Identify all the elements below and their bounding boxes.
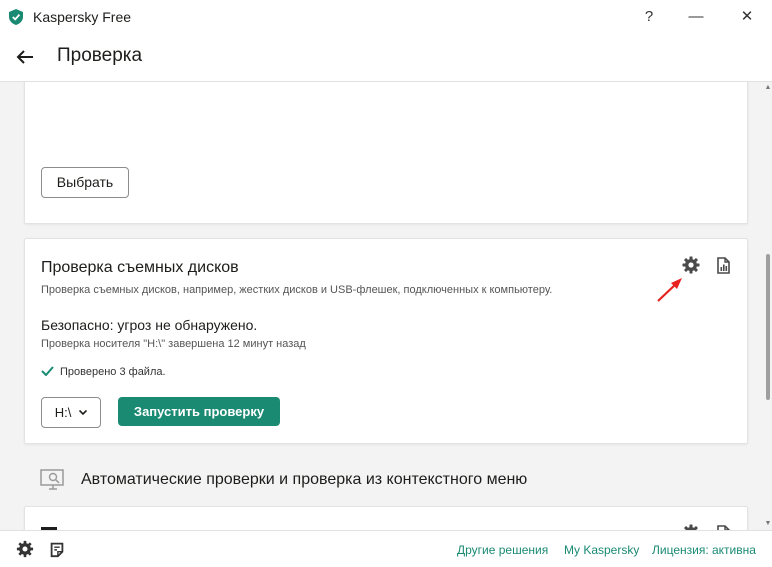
- checked-files-text: Проверено 3 файла.: [60, 366, 166, 378]
- start-scan-button[interactable]: Запустить проверку: [118, 397, 280, 426]
- drive-select[interactable]: H:\: [41, 397, 101, 428]
- last-scan-info: Проверка носителя "H:\" завершена 12 мин…: [41, 338, 306, 350]
- checked-files-row: Проверено 3 файла.: [41, 366, 166, 378]
- footer: Другие решения My Kaspersky Лицензия: ак…: [0, 530, 772, 567]
- monitor-icon: [40, 469, 64, 490]
- title-bar: Kaspersky Free ? — ✕: [0, 0, 772, 34]
- help-button[interactable]: ?: [632, 4, 666, 30]
- scan-content: Выбрать Проверка съемных дисков Проверка…: [0, 82, 772, 530]
- next-scan-card: [24, 506, 748, 530]
- report-icon[interactable]: [713, 523, 733, 530]
- close-button[interactable]: ✕: [730, 4, 764, 30]
- section-title: Автоматические проверки и проверка из ко…: [81, 471, 528, 488]
- drive-select-value: H:\: [54, 405, 72, 420]
- page-title: Проверка: [57, 45, 143, 66]
- settings-gear-icon[interactable]: [16, 540, 34, 558]
- auto-scan-section: Автоматические проверки и проверка из ко…: [40, 466, 740, 496]
- custom-scan-card: Выбрать: [24, 82, 748, 224]
- arrow-left-icon[interactable]: [14, 46, 36, 68]
- card-title: Проверка съемных дисков: [41, 259, 239, 276]
- minimize-button[interactable]: —: [679, 4, 713, 30]
- gear-icon[interactable]: [681, 523, 701, 530]
- check-icon: [41, 366, 54, 376]
- gear-icon[interactable]: [681, 255, 701, 275]
- support-icon[interactable]: [48, 540, 66, 558]
- app-title: Kaspersky Free: [33, 9, 132, 25]
- scan-status: Безопасно: угроз не обнаружено.: [41, 317, 258, 333]
- chevron-down-icon: [79, 410, 88, 415]
- kaspersky-shield-icon: [9, 9, 23, 25]
- removable-scan-card: Проверка съемных дисков Проверка съемных…: [24, 238, 748, 444]
- scroll-down-icon[interactable]: ▼: [764, 520, 772, 528]
- card-description: Проверка съемных дисков, например, жестк…: [41, 284, 553, 296]
- page-header: Проверка: [0, 34, 772, 82]
- scroll-up-icon[interactable]: ▲: [764, 84, 772, 92]
- scrollbar-thumb[interactable]: [766, 254, 770, 400]
- annotation-arrow-icon: [657, 278, 682, 302]
- license-link[interactable]: Лицензия: активна: [652, 543, 756, 557]
- other-solutions-link[interactable]: Другие решения: [457, 543, 548, 557]
- choose-button[interactable]: Выбрать: [41, 167, 129, 198]
- my-kaspersky-link[interactable]: My Kaspersky: [564, 543, 639, 557]
- scrollbar[interactable]: ▲ ▼: [764, 82, 772, 530]
- report-icon[interactable]: [713, 255, 733, 275]
